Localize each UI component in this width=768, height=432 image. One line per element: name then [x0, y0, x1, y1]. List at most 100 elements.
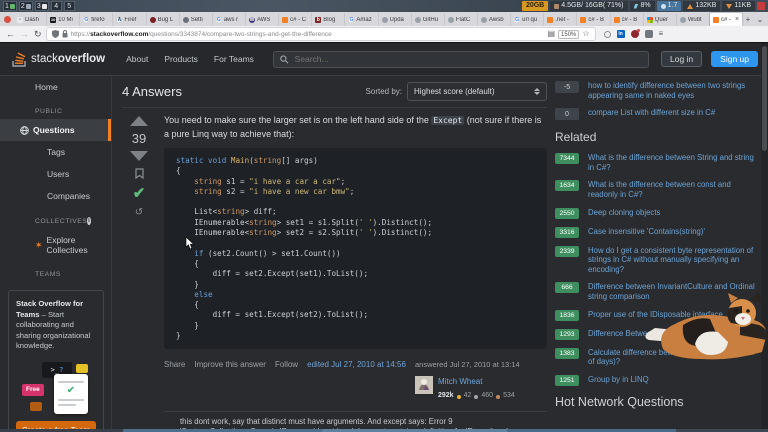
score-badge: 1634 — [555, 180, 579, 192]
new-tab-button[interactable]: + — [742, 13, 754, 26]
browser-tab[interactable]: b Blog — [312, 13, 346, 26]
login-button[interactable]: Log in — [660, 50, 703, 68]
answer-action-links: Share Improve this answer Follow — [164, 359, 298, 372]
bookmark-star-icon[interactable]: ☆ — [582, 30, 589, 38]
avatar[interactable] — [415, 375, 433, 394]
reload-button[interactable]: ↻ — [34, 29, 42, 39]
hot-network-questions-heading: Hot Network Questions — [555, 394, 684, 409]
header-nav-for-teams[interactable]: For Teams — [207, 50, 261, 68]
browser-tab[interactable]: Awsb — [478, 13, 512, 26]
related-link[interactable]: Difference Between Select and SelectMany — [588, 329, 738, 339]
related-link[interactable]: Calculate difference between two dates (… — [588, 348, 757, 367]
history-icon[interactable]: ↺ — [135, 208, 143, 218]
workspace-button[interactable]: 5 — [63, 1, 75, 11]
search-input[interactable] — [292, 53, 642, 65]
workspace-button[interactable]: 3 — [34, 1, 49, 11]
generic-favicon — [447, 16, 454, 23]
browser-tab[interactable]: Bug L — [147, 13, 180, 26]
browser-tab[interactable]: 10 10 Mi — [47, 13, 81, 26]
info-icon[interactable]: i — [87, 217, 91, 225]
related-link[interactable]: Case insensitive 'Contains(string)' — [588, 227, 705, 237]
header-nav-products[interactable]: Products — [157, 50, 205, 68]
browser-tab[interactable]: Quer — [644, 13, 677, 26]
forward-button[interactable]: → — [20, 29, 29, 39]
url-field[interactable]: https://stackoverflow.com/questions/3343… — [46, 28, 595, 40]
header-nav-about[interactable]: About — [119, 50, 155, 68]
sidebar-item-home[interactable]: Home — [0, 76, 111, 98]
signup-button[interactable]: Sign up — [711, 50, 758, 68]
edited-link[interactable]: edited Jul 27, 2010 at 14:56 — [298, 359, 415, 372]
browser-tab[interactable]: c# - B — [577, 13, 611, 26]
browser-tab[interactable]: Upda — [379, 13, 412, 26]
so-favicon — [580, 16, 587, 23]
answer: 39 ✔ ↺ You need to make sure the larger … — [122, 114, 547, 429]
browser-tab[interactable]: GitHu — [412, 13, 445, 26]
related-link[interactable]: What is the difference between String an… — [588, 153, 757, 172]
shield-icon[interactable] — [51, 30, 59, 38]
sidebar-item-questions[interactable]: Questions — [0, 119, 111, 141]
browser-tab[interactable]: A Firef — [113, 13, 147, 26]
related-link[interactable]: Group by in LINQ — [588, 375, 649, 385]
downvote-button[interactable] — [130, 151, 148, 161]
stackoverflow-logo[interactable]: stackoverflow — [12, 51, 105, 67]
reader-mode-icon[interactable]: ▤ — [547, 30, 555, 38]
browser-tab[interactable]: G Amaz — [345, 13, 379, 26]
browser-tab[interactable]: Gurl qu — [511, 13, 545, 26]
share-link[interactable]: Share — [164, 359, 185, 372]
score-badge: 1251 — [555, 374, 579, 386]
browser-tab[interactable]: c# - C — [279, 13, 313, 26]
scrollbar-thumb[interactable] — [762, 46, 767, 151]
notification-extension-icon[interactable] — [630, 29, 640, 38]
related-link[interactable]: Difference between InvariantCulture and … — [588, 282, 757, 301]
workspace-button[interactable]: 4 — [50, 1, 62, 11]
extension-circle-icon[interactable] — [603, 30, 611, 38]
lock-icon[interactable] — [62, 30, 68, 38]
user-card: Mitch Wheat 292k 42 460 534 — [415, 375, 547, 403]
firefox-menu-icon[interactable] — [4, 16, 11, 23]
related-link[interactable]: How do I get a consistent byte represent… — [588, 246, 757, 275]
search-box[interactable] — [272, 50, 649, 68]
tab-close-button[interactable]: × — [735, 16, 739, 23]
browser-tab[interactable]: W AWS — [246, 13, 280, 26]
account-icon[interactable] — [644, 30, 653, 38]
tab-list-button[interactable]: ⌄ — [754, 13, 766, 26]
accepted-check-icon: ✔ — [132, 185, 146, 202]
author-link[interactable]: Mitch Wheat — [438, 376, 515, 389]
browser-tab[interactable]: ~ Dash — [14, 13, 48, 26]
linkedin-extension-icon[interactable]: in — [616, 30, 625, 38]
browser-tab[interactable]: c# - B — [611, 13, 644, 26]
related-link[interactable]: Deep cloning objects — [588, 208, 660, 218]
url-text: https://stackoverflow.com/questions/3343… — [70, 30, 332, 38]
menu-hamburger-icon[interactable]: ≡ — [659, 30, 664, 38]
linked-link[interactable]: compare List with different size in C# — [588, 108, 715, 118]
tab-title: aws r — [223, 16, 239, 23]
browser-tab[interactable]: .net - — [544, 13, 578, 26]
browser-tab[interactable]: Gfirefo — [80, 13, 114, 26]
browser-tab[interactable]: Wubt — [677, 13, 710, 26]
bookmark-icon[interactable] — [134, 168, 144, 179]
related-link[interactable]: What is the difference between const and… — [588, 180, 757, 199]
follow-link[interactable]: Follow — [275, 359, 298, 372]
sidebar-item-tags[interactable]: Tags — [0, 141, 111, 163]
related-link[interactable]: Proper use of the IDisposable interface — [588, 310, 723, 320]
tab-title: FlatC — [455, 16, 471, 23]
zoom-level-badge[interactable]: 150% — [558, 29, 580, 39]
upvote-button[interactable] — [130, 116, 148, 126]
calendar-favicon: 10 — [50, 16, 57, 23]
page-scrollbar[interactable] — [761, 43, 768, 429]
workspace-button[interactable]: 2 — [18, 1, 33, 11]
sort-dropdown[interactable]: Highest score (default) — [407, 82, 547, 101]
improve-this-answer-link[interactable]: Improve this answer — [194, 359, 266, 372]
browser-tab[interactable]: FlatC — [445, 13, 478, 26]
sidebar-item-explore-collectives[interactable]: ✶ Explore Collectives — [0, 229, 111, 261]
sidebar-item-companies[interactable]: Companies — [0, 185, 111, 207]
workspace-button[interactable]: 1 — [3, 1, 17, 11]
browser-tab[interactable]: Setti — [180, 13, 213, 26]
bronze-badge-icon — [496, 394, 501, 399]
back-button[interactable]: ← — [6, 29, 15, 39]
browser-tab[interactable]: c# - × — [709, 13, 743, 26]
browser-tab[interactable]: Gaws r — [213, 13, 246, 26]
sidebar-item-users[interactable]: Users — [0, 163, 111, 185]
rep-score: 292k — [438, 392, 454, 400]
linked-link[interactable]: how to identify difference between two s… — [588, 81, 757, 100]
